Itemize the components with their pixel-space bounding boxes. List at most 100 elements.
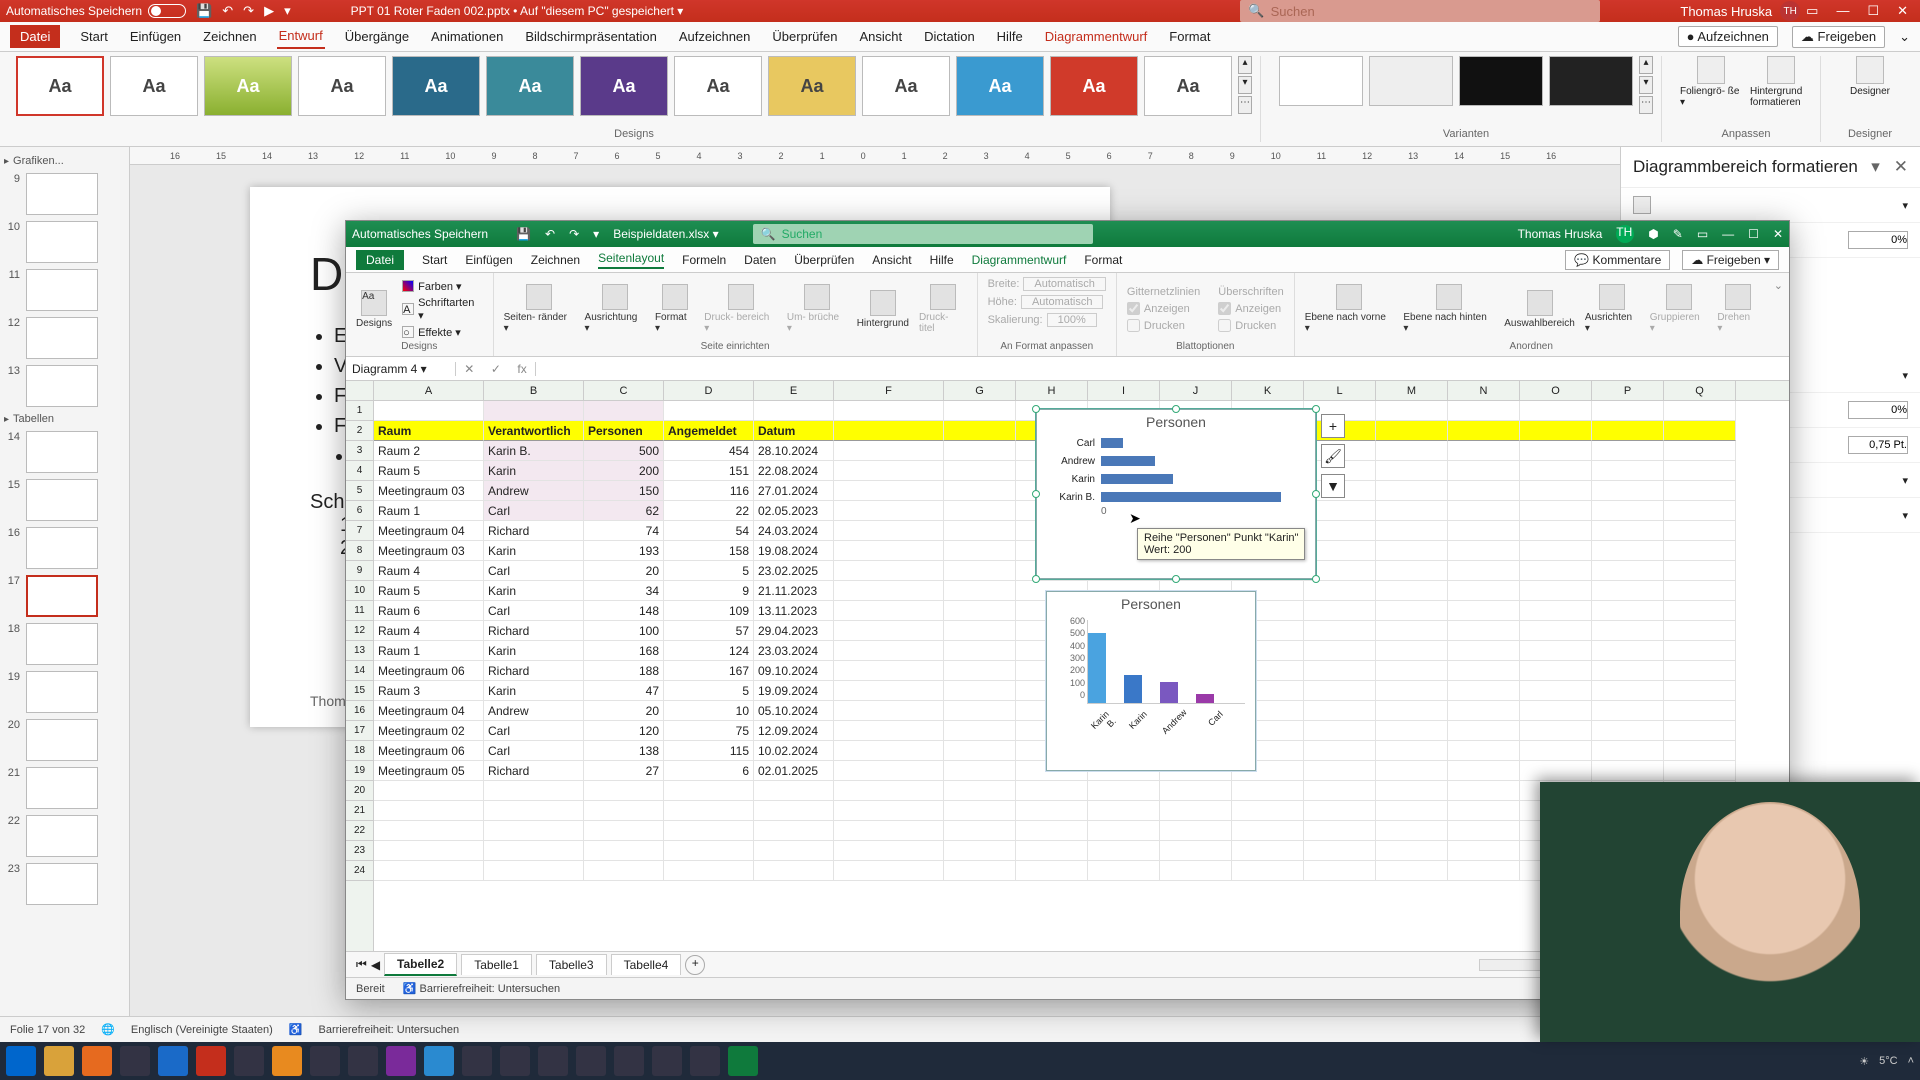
xl-cell[interactable] <box>1376 841 1448 861</box>
xl-row-header[interactable]: 2 <box>346 421 373 441</box>
xl-cell[interactable]: Karin <box>484 581 584 601</box>
xl-cell[interactable] <box>1376 761 1448 781</box>
xl-cell[interactable] <box>1376 521 1448 541</box>
xl-col-header[interactable]: H <box>1016 381 1088 400</box>
xl-col-header[interactable]: J <box>1160 381 1232 400</box>
xl-cell[interactable]: 150 <box>584 481 664 501</box>
xl-cell[interactable]: Meetingraum 04 <box>374 701 484 721</box>
xl-cell[interactable] <box>944 681 1016 701</box>
xl-cell[interactable] <box>1160 781 1232 801</box>
xl-cell[interactable]: 21.11.2023 <box>754 581 834 601</box>
xl-cell[interactable] <box>944 641 1016 661</box>
xl-pen-icon[interactable]: ✎ <box>1673 227 1683 241</box>
tab-format[interactable]: Format <box>1167 25 1212 48</box>
xl-cell[interactable]: 75 <box>664 721 754 741</box>
xl-cell[interactable] <box>1304 681 1376 701</box>
xl-header-cell[interactable]: Datum <box>754 421 834 441</box>
aufzeichnen-button[interactable]: ● Aufzeichnen <box>1678 26 1778 47</box>
tab-start[interactable]: Start <box>78 25 109 48</box>
xl-cell[interactable]: Richard <box>484 621 584 641</box>
xl-cell[interactable]: 05.10.2024 <box>754 701 834 721</box>
xl-cell[interactable]: 74 <box>584 521 664 541</box>
xl-cell[interactable] <box>834 701 944 721</box>
xl-tab-hilfe[interactable]: Hilfe <box>930 253 954 267</box>
xl-cell[interactable]: 02.05.2023 <box>754 501 834 521</box>
xl-cell[interactable] <box>1664 721 1736 741</box>
xl-tab-datei[interactable]: Datei <box>356 250 404 270</box>
xl-row-header[interactable]: 15 <box>346 681 373 701</box>
xl-cell[interactable] <box>1016 821 1088 841</box>
xl-cell[interactable] <box>1520 461 1592 481</box>
xl-cell[interactable]: 148 <box>584 601 664 621</box>
xl-cell[interactable]: 22.08.2024 <box>754 461 834 481</box>
xl-cell[interactable] <box>1160 801 1232 821</box>
minimize-icon[interactable]: — <box>1836 3 1849 19</box>
slide-thumb[interactable]: 9 <box>4 173 125 215</box>
xl-cell[interactable] <box>1592 741 1664 761</box>
xl-cell[interactable]: 100 <box>584 621 664 641</box>
xl-cell[interactable] <box>834 801 944 821</box>
pane-dropdown-icon[interactable]: ▾ <box>1871 157 1880 177</box>
xl-cell[interactable] <box>664 821 754 841</box>
xl-cell[interactable]: 34 <box>584 581 664 601</box>
xl-cell[interactable] <box>484 781 584 801</box>
app-icon[interactable] <box>348 1046 378 1076</box>
xl-cell[interactable] <box>944 481 1016 501</box>
xl-cell[interactable] <box>1376 701 1448 721</box>
xl-sheet-nav-first-icon[interactable]: ⏮ <box>356 957 367 972</box>
xl-cell[interactable] <box>1376 481 1448 501</box>
xl-cell[interactable]: 27.01.2024 <box>754 481 834 501</box>
freigeben-button[interactable]: ☁ Freigeben <box>1792 26 1885 48</box>
xl-cell[interactable] <box>834 441 944 461</box>
excel-icon[interactable] <box>728 1046 758 1076</box>
xl-cell[interactable]: Carl <box>484 721 584 741</box>
powerpoint-icon[interactable] <box>196 1046 226 1076</box>
xl-cell[interactable]: 9 <box>664 581 754 601</box>
xl-cell[interactable]: 57 <box>664 621 754 641</box>
tab-animationen[interactable]: Animationen <box>429 25 505 48</box>
close-icon[interactable]: ✕ <box>1897 3 1908 19</box>
xl-cell[interactable] <box>1016 801 1088 821</box>
xl-cell[interactable]: 02.01.2025 <box>754 761 834 781</box>
xl-cell[interactable] <box>484 401 584 421</box>
xl-cell[interactable]: 120 <box>584 721 664 741</box>
xl-cell[interactable] <box>584 781 664 801</box>
xl-cell[interactable] <box>584 861 664 881</box>
xl-cell[interactable] <box>1376 661 1448 681</box>
xl-cell[interactable] <box>1304 801 1376 821</box>
xl-cell[interactable] <box>1448 621 1520 641</box>
xl-cell[interactable] <box>1448 481 1520 501</box>
xl-cell[interactable] <box>374 861 484 881</box>
xl-cell[interactable] <box>1664 601 1736 621</box>
xl-cell[interactable] <box>1160 861 1232 881</box>
xl-cell[interactable] <box>944 741 1016 761</box>
accessibility-icon[interactable]: ♿ <box>289 1023 303 1036</box>
xl-cell[interactable] <box>1520 761 1592 781</box>
xl-cell[interactable] <box>1232 861 1304 881</box>
xl-cell[interactable] <box>1664 561 1736 581</box>
xl-cell[interactable] <box>1304 721 1376 741</box>
xl-cell[interactable] <box>1520 401 1592 421</box>
xl-cell[interactable] <box>1520 661 1592 681</box>
xl-cell[interactable] <box>834 661 944 681</box>
chart-horizontal-bar[interactable]: + 🖌 ▼ Personen CarlAndrewKarinKarin B. 0… <box>1036 409 1316 579</box>
pct-input[interactable] <box>1848 231 1908 249</box>
slide-thumb[interactable]: 23 <box>4 863 125 905</box>
xl-cell[interactable] <box>1304 701 1376 721</box>
xl-cell[interactable] <box>1664 621 1736 641</box>
xl-cell[interactable] <box>1448 461 1520 481</box>
slide-nav[interactable]: Grafiken... 910111213 Tabellen 141516171… <box>0 147 130 1016</box>
xl-cell[interactable] <box>1448 541 1520 561</box>
gallery-up-icon[interactable]: ▴ <box>1238 56 1252 74</box>
app-icon[interactable] <box>690 1046 720 1076</box>
xl-cell[interactable] <box>484 841 584 861</box>
xl-cell[interactable] <box>1016 841 1088 861</box>
xl-row-header[interactable]: 4 <box>346 461 373 481</box>
pane-close-icon[interactable]: ✕ <box>1894 157 1908 177</box>
xl-cell[interactable] <box>1232 781 1304 801</box>
chart-filter-icon[interactable]: ▼ <box>1321 474 1345 498</box>
xl-kommentare-button[interactable]: 💬 Kommentare <box>1565 250 1670 270</box>
xl-cell[interactable] <box>1448 441 1520 461</box>
xl-cell[interactable] <box>374 781 484 801</box>
xl-cell[interactable]: 23.03.2024 <box>754 641 834 661</box>
